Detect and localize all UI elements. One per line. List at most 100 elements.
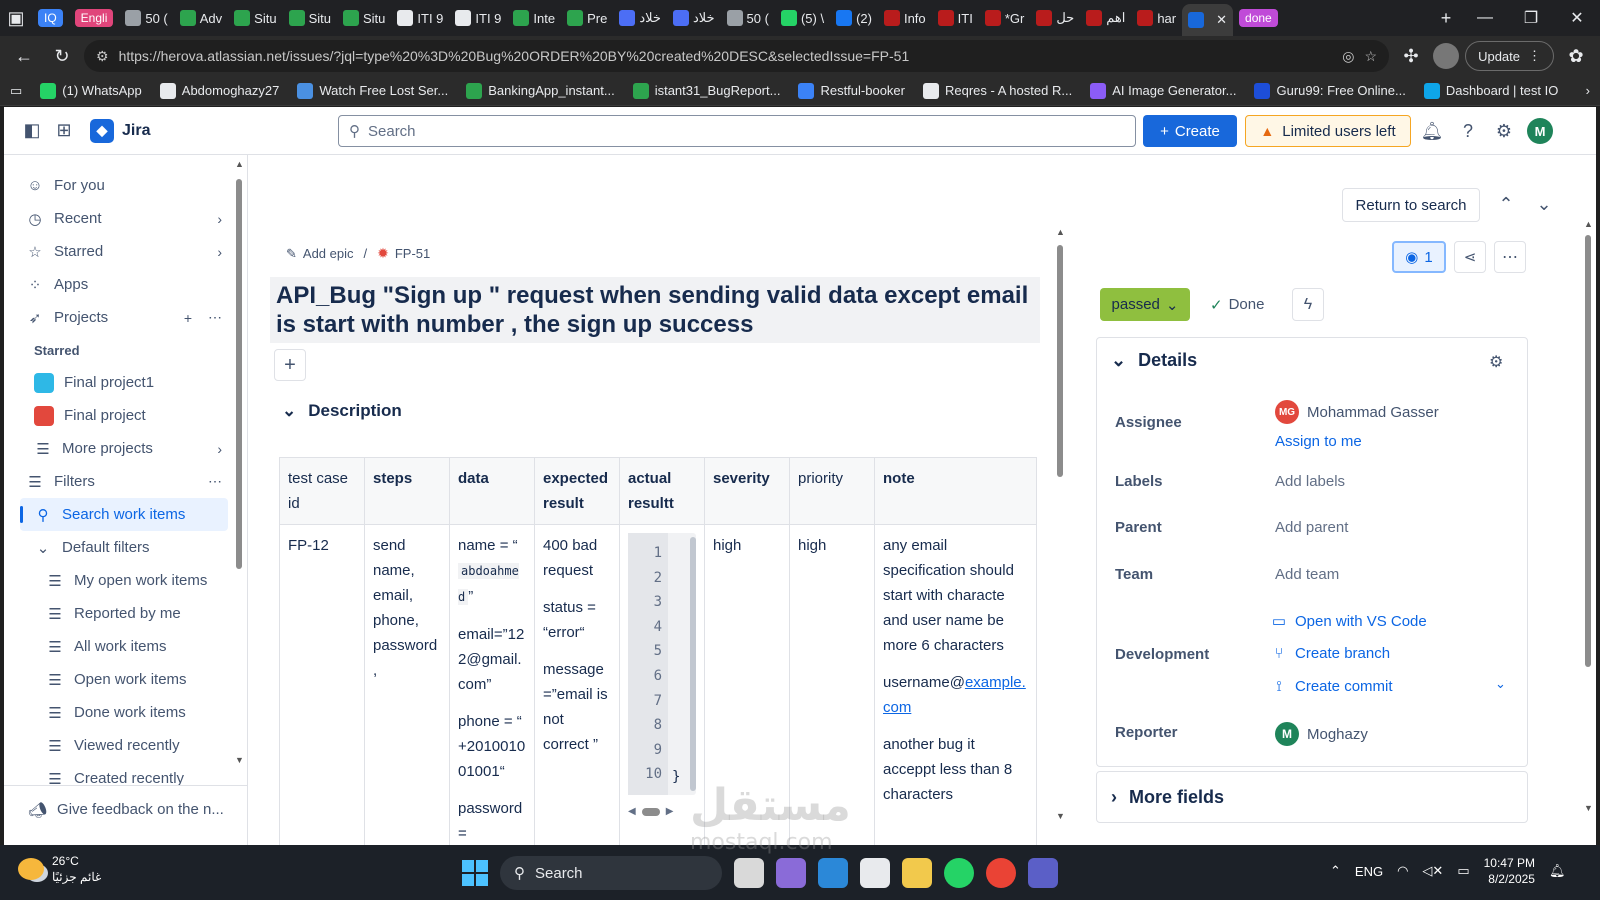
- chevron-right-icon[interactable]: ›: [217, 211, 222, 227]
- browser-tab[interactable]: IQ: [32, 5, 69, 31]
- give-feedback-link[interactable]: 📣︎ Give feedback on the n...: [4, 785, 248, 833]
- notifications-bell-icon[interactable]: 🔔︎: [1416, 115, 1448, 147]
- browser-tab[interactable]: Info: [878, 5, 932, 31]
- search-input[interactable]: ⚲ Search: [338, 115, 1136, 147]
- sidebar-item-for-you[interactable]: ☺ For you: [20, 169, 228, 202]
- bookmark-item[interactable]: Reqres - A hosted R...: [923, 82, 1072, 99]
- browser-tab[interactable]: ITI 9: [449, 5, 507, 31]
- create-button[interactable]: + Create: [1143, 115, 1237, 147]
- bookmark-item[interactable]: Guru99: Free Online...: [1254, 82, 1406, 99]
- browser-tab[interactable]: 50 (: [119, 5, 173, 31]
- windows-start-icon[interactable]: [462, 860, 488, 886]
- browser-tab[interactable]: خلاد: [613, 5, 667, 31]
- chevron-right-icon[interactable]: ›: [217, 244, 222, 260]
- language-indicator[interactable]: ENG: [1355, 864, 1383, 879]
- help-icon[interactable]: ?: [1452, 115, 1484, 147]
- limited-users-button[interactable]: ▲ Limited users left: [1245, 115, 1411, 147]
- file-explorer-icon[interactable]: [902, 858, 932, 888]
- team-field[interactable]: Add team: [1275, 566, 1339, 583]
- scrollbar-thumb[interactable]: [1057, 245, 1063, 477]
- wifi-icon[interactable]: ◠: [1397, 863, 1408, 879]
- bookmarks-overflow-icon[interactable]: ›: [1586, 83, 1590, 98]
- site-info-icon[interactable]: ⚙: [96, 48, 109, 65]
- chevron-down-icon[interactable]: ⌄: [282, 401, 296, 421]
- watch-button[interactable]: ◉ 1: [1392, 241, 1446, 273]
- sidebar-scrollbar[interactable]: ▲ ▼: [235, 159, 244, 765]
- clock[interactable]: 10:47 PM 8/2/2025: [1484, 855, 1535, 887]
- details-heading[interactable]: ⌄ Details: [1111, 350, 1197, 371]
- chevron-right-icon[interactable]: ›: [217, 441, 222, 457]
- create-branch-link[interactable]: ⑂ Create branch: [1271, 645, 1390, 662]
- chevron-down-icon[interactable]: ⌄: [1528, 188, 1560, 220]
- browser-tab[interactable]: Situ: [283, 5, 337, 31]
- browser-tab[interactable]: حل: [1030, 5, 1080, 31]
- bookmark-item[interactable]: istant31_BugReport...: [632, 82, 780, 99]
- add-content-button[interactable]: +: [274, 349, 306, 381]
- done-transition[interactable]: ✓ Done: [1210, 288, 1264, 321]
- sidebar-item-projects[interactable]: ➶ Projects + ⋯: [20, 301, 228, 334]
- bookmark-item[interactable]: Dashboard | test IO: [1423, 82, 1558, 99]
- browser-tab[interactable]: (2): [830, 5, 878, 31]
- bookmarks-menu-icon[interactable]: ▭: [10, 83, 22, 99]
- automation-button[interactable]: ϟ: [1292, 288, 1324, 321]
- assign-to-me-link[interactable]: Assign to me: [1275, 433, 1362, 450]
- sidebar-item-more-projects[interactable]: ☰ More projects ›: [20, 432, 228, 465]
- url-text[interactable]: https://herova.atlassian.net/issues/?jql…: [119, 48, 1333, 64]
- sidebar-item-search-work-items[interactable]: ⚲ Search work items: [20, 498, 228, 531]
- scrollbar-thumb[interactable]: [236, 179, 242, 569]
- code-block[interactable]: 1 2 3 4 5 6 7 8 9 10 }: [628, 533, 696, 795]
- code-horizontal-scroll[interactable]: ◀ ▶: [628, 799, 696, 824]
- bookmark-item[interactable]: Watch Free Lost Ser...: [297, 82, 448, 99]
- return-to-search-button[interactable]: Return to search: [1342, 188, 1480, 222]
- sidebar-item-project2[interactable]: Final project: [20, 399, 228, 432]
- volume-muted-icon[interactable]: ◁✕: [1422, 863, 1443, 879]
- filter-item[interactable]: ☰ Viewed recently: [20, 729, 228, 762]
- jira-logo[interactable]: ◆ Jira: [90, 118, 150, 143]
- chevron-down-icon[interactable]: ⌄: [34, 539, 52, 557]
- browser-tab[interactable]: Engli: [69, 5, 120, 31]
- parent-field[interactable]: Add parent: [1275, 519, 1348, 536]
- labels-field[interactable]: Add labels: [1275, 473, 1345, 490]
- scroll-down-icon[interactable]: ▼: [235, 755, 244, 765]
- app-switcher-icon[interactable]: ⊞: [48, 115, 80, 147]
- tab-actions-icon[interactable]: ▣: [0, 2, 32, 34]
- sidebar-item-default-filters[interactable]: ⌄ Default filters: [20, 531, 228, 564]
- scrollbar-thumb[interactable]: [1585, 235, 1591, 667]
- scroll-up-icon[interactable]: ▲: [1584, 219, 1593, 229]
- bookmark-item[interactable]: AI Image Generator...: [1090, 82, 1236, 99]
- restore-icon[interactable]: ❐: [1508, 0, 1554, 36]
- browser-tab[interactable]: *Gr: [979, 5, 1031, 31]
- sidebar-item-apps[interactable]: ⁘ Apps: [20, 268, 228, 301]
- scroll-right-icon[interactable]: ▶: [666, 799, 674, 824]
- sidebar-item-starred[interactable]: ☆ Starred ›: [20, 235, 228, 268]
- filter-item[interactable]: ☰ All work items: [20, 630, 228, 663]
- browser-tab[interactable]: 50 (: [721, 5, 775, 31]
- add-epic-link[interactable]: ✎ Add epic: [286, 246, 354, 262]
- browser-tab[interactable]: Inte: [507, 5, 561, 31]
- browser-tab[interactable]: ITI: [932, 5, 979, 31]
- browser-tab[interactable]: done: [1233, 5, 1284, 31]
- url-field[interactable]: ⚙ https://herova.atlassian.net/issues/?j…: [84, 40, 1390, 72]
- chevron-up-icon[interactable]: ⌃: [1490, 188, 1522, 220]
- browser-tab[interactable]: Adv: [174, 5, 228, 31]
- teams-icon[interactable]: [1028, 858, 1058, 888]
- browser-tab[interactable]: Pre: [561, 5, 613, 31]
- more-actions-icon[interactable]: ⋯: [208, 473, 222, 490]
- new-tab-icon[interactable]: +: [1430, 2, 1462, 34]
- store-icon[interactable]: [860, 858, 890, 888]
- filter-item[interactable]: ☰ Done work items: [20, 696, 228, 729]
- more-actions-button[interactable]: ⋯: [1494, 241, 1526, 273]
- chevron-down-icon[interactable]: ⌄: [1495, 676, 1506, 692]
- scrollbar-thumb[interactable]: [641, 807, 660, 816]
- whatsapp-icon[interactable]: [944, 858, 974, 888]
- update-button[interactable]: Update ⋮: [1465, 41, 1554, 71]
- task-view-icon[interactable]: [734, 858, 764, 888]
- tray-overflow-icon[interactable]: ⌃: [1330, 863, 1341, 879]
- create-commit-link[interactable]: ⟟ Create commit: [1271, 678, 1392, 695]
- bookmark-item[interactable]: Abdomoghazy27: [159, 82, 279, 99]
- description-heading[interactable]: ⌄ Description: [282, 401, 402, 421]
- filter-item[interactable]: ☰ Reported by me: [20, 597, 228, 630]
- chrome-icon[interactable]: [986, 858, 1016, 888]
- scroll-down-icon[interactable]: ▼: [1056, 811, 1065, 821]
- status-dropdown[interactable]: passed ⌄: [1100, 288, 1190, 321]
